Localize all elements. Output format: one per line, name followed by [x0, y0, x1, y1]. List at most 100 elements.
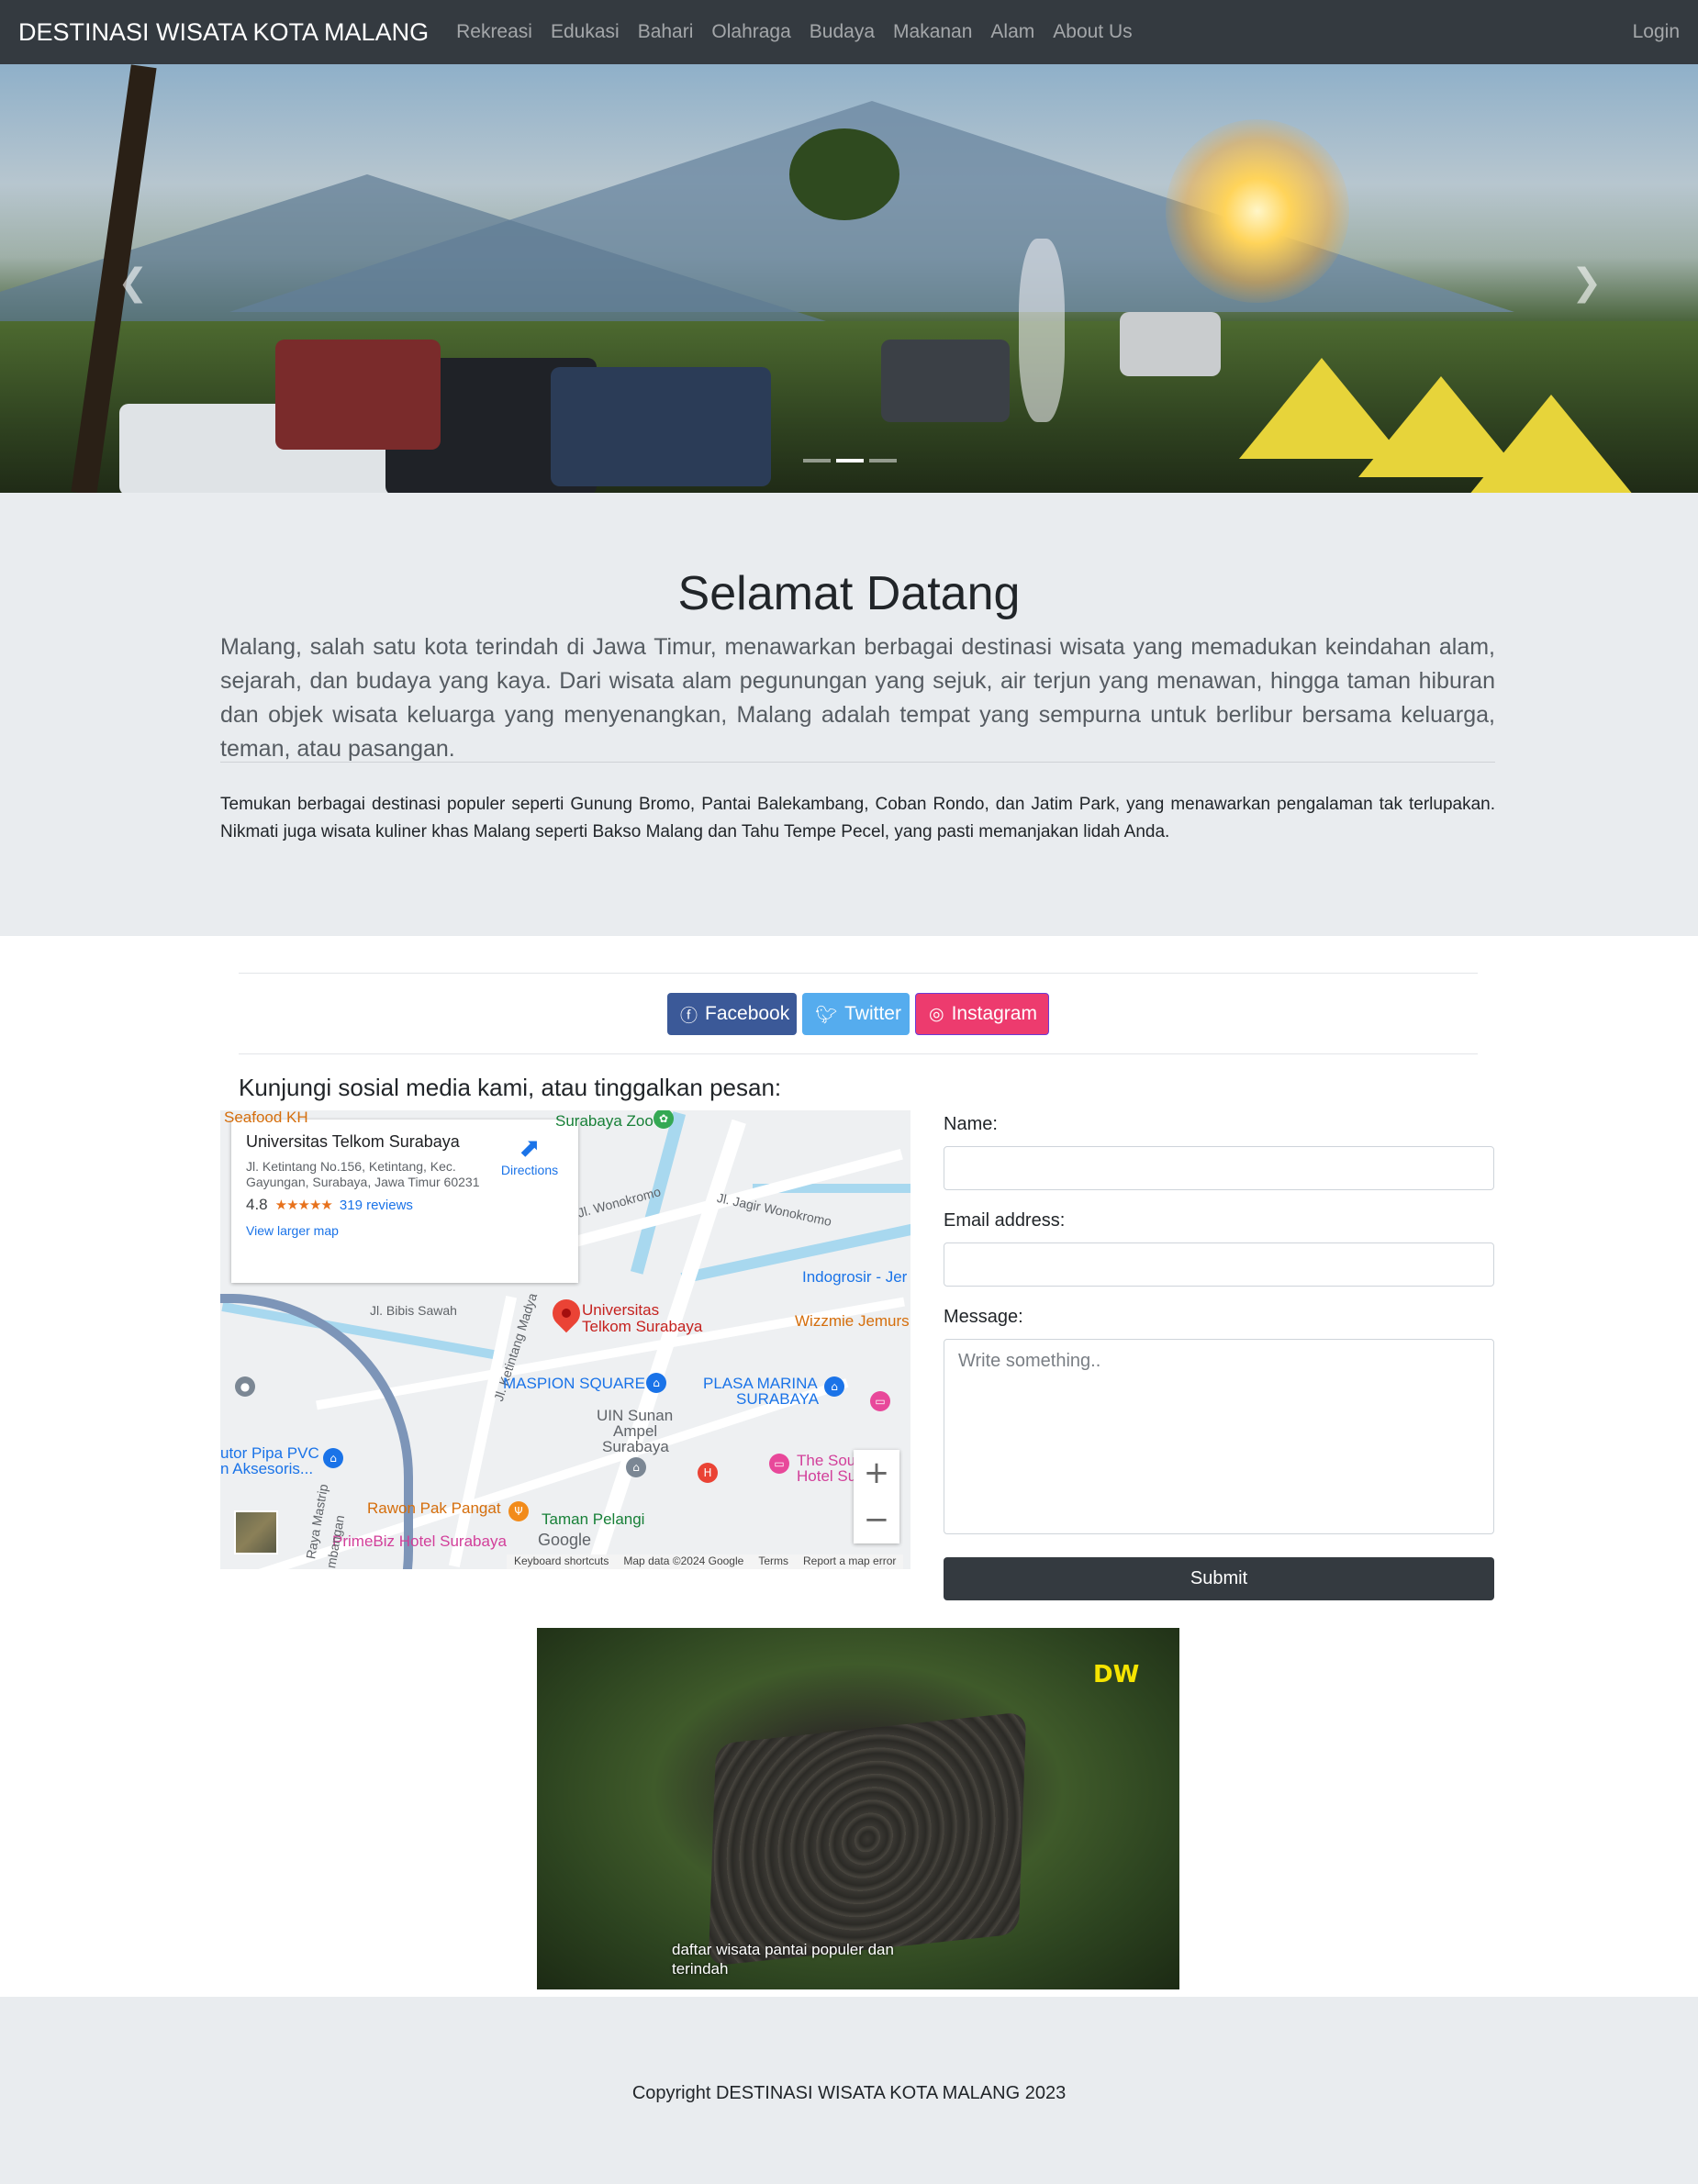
place-marker-icon[interactable]: ●: [235, 1376, 255, 1397]
nav-link-edukasi[interactable]: Edukasi: [551, 21, 620, 43]
map-label: Surabaya: [602, 1438, 669, 1455]
nav-link-budaya[interactable]: Budaya: [810, 21, 875, 43]
nav-link-rekreasi[interactable]: Rekreasi: [456, 21, 532, 43]
shopping-icon[interactable]: ⌂: [824, 1376, 844, 1397]
name-label: Name:: [944, 1114, 998, 1134]
contact-heading: Kunjungi sosial media kami, atau tinggal…: [239, 1074, 782, 1101]
carousel-indicator[interactable]: [869, 459, 897, 462]
email-label: Email address:: [944, 1210, 1066, 1231]
google-map[interactable]: Universitas Telkom Surabaya Jl. Ketintan…: [220, 1110, 910, 1569]
zoom-in-button[interactable]: +: [854, 1450, 899, 1497]
map-label: Jl. Bibis Sawah: [370, 1303, 457, 1318]
school-icon[interactable]: ⌂: [626, 1457, 646, 1477]
name-field[interactable]: [944, 1146, 1494, 1190]
nav-link-alam[interactable]: Alam: [990, 21, 1034, 43]
hotel-icon[interactable]: ▭: [769, 1454, 789, 1474]
channel-logo: DW: [1093, 1661, 1140, 1688]
divider-top: [239, 973, 1478, 974]
message-field[interactable]: Write something..: [944, 1339, 1494, 1534]
chevron-right-icon[interactable]: ❯: [1571, 262, 1603, 304]
welcome-lead: Malang, salah satu kota terindah di Jawa…: [220, 634, 1495, 762]
satellite-toggle[interactable]: [234, 1510, 278, 1554]
map-footer: Keyboard shortcuts Map data ©2024 Google…: [507, 1554, 904, 1569]
nav-link-about-us[interactable]: About Us: [1053, 21, 1132, 43]
twitter-icon: 🐦︎: [815, 1004, 838, 1025]
map-label: Hotel Su: [797, 1467, 857, 1485]
video-player[interactable]: DW daftar wisata pantai populer dan teri…: [537, 1628, 1179, 1989]
restaurant-icon[interactable]: Ψ: [508, 1501, 529, 1521]
hotel-icon[interactable]: ▭: [870, 1391, 890, 1411]
tent-yellow-3: [1469, 395, 1634, 493]
footer: Copyright DESTINASI WISATA KOTA MALANG 2…: [0, 1997, 1698, 2184]
hospital-icon[interactable]: H: [698, 1463, 718, 1483]
instagram-button[interactable]: ◎ Instagram: [915, 993, 1049, 1035]
social-buttons: ⓕ Facebook 🐦︎ Twitter ◎ Instagram: [667, 993, 1049, 1035]
divider: [220, 762, 1495, 763]
zoom-out-button[interactable]: −: [854, 1497, 899, 1543]
directions-label: Directions: [500, 1163, 559, 1177]
map-label: Telkom Surabaya: [582, 1318, 703, 1335]
map-label: Wizzmie Jemurs: [795, 1312, 910, 1330]
tree-canopy: [789, 128, 899, 220]
carousel-indicator[interactable]: [803, 459, 831, 462]
report-error-link[interactable]: Report a map error: [803, 1554, 896, 1569]
temple-aerial-image: [708, 1711, 1027, 1967]
nav-link-makanan[interactable]: Makanan: [893, 21, 972, 43]
jeep-blue: [551, 367, 771, 486]
welcome-section: Selamat Datang Malang, salah satu kota t…: [0, 493, 1698, 936]
map-label: Jl. Jagir Wonokromo: [715, 1189, 833, 1230]
nav-link-bahari[interactable]: Bahari: [638, 21, 694, 43]
map-label: Indogrosir - Jer: [802, 1268, 908, 1286]
submit-button[interactable]: Submit: [944, 1557, 1494, 1600]
reviews-link[interactable]: 319 reviews: [340, 1198, 413, 1213]
twitter-button[interactable]: 🐦︎ Twitter: [802, 993, 910, 1035]
zoom-controls: + −: [854, 1450, 899, 1543]
carousel-indicator-active[interactable]: [836, 459, 864, 462]
email-field[interactable]: [944, 1242, 1494, 1287]
view-larger-map-link[interactable]: View larger map: [246, 1223, 564, 1238]
terms-link[interactable]: Terms: [758, 1554, 788, 1569]
login-link[interactable]: Login: [1633, 21, 1680, 43]
nav-links: Rekreasi Edukasi Bahari Olahraga Budaya …: [456, 21, 1133, 43]
facebook-icon: ⓕ: [680, 1005, 698, 1026]
map-label: Seafood KH: [224, 1110, 308, 1126]
instagram-icon: ◎: [929, 1004, 944, 1024]
jeep-red: [275, 340, 441, 450]
map-label: PrimeBiz Hotel Surabaya: [332, 1532, 507, 1550]
star-icons: ★★★★★: [274, 1197, 333, 1213]
campfire-smoke: [1019, 239, 1065, 422]
divider-bottom: [239, 1053, 1478, 1054]
place-address: Jl. Ketintang No.156, Ketintang, Kec. Ga…: [246, 1159, 480, 1189]
map-label: Surabaya Zoo: [555, 1112, 654, 1130]
jeep-gray: [881, 340, 1010, 422]
map-label: Universitas: [582, 1301, 660, 1319]
facebook-button[interactable]: ⓕ Facebook: [667, 993, 797, 1035]
twitter-label: Twitter: [844, 1003, 901, 1024]
directions-button[interactable]: ⬈ Directions: [488, 1132, 571, 1177]
copyright-text: Copyright DESTINASI WISATA KOTA MALANG 2…: [631, 2083, 1067, 2103]
road: [448, 1296, 518, 1567]
facebook-label: Facebook: [705, 1003, 790, 1024]
keyboard-shortcuts-link[interactable]: Keyboard shortcuts: [514, 1554, 609, 1569]
video-caption: daftar wisata pantai populer dan terinda…: [672, 1941, 894, 1978]
navbar-brand[interactable]: DESTINASI WISATA KOTA MALANG: [18, 18, 429, 47]
instagram-label: Instagram: [951, 1003, 1037, 1024]
map-label: Taman Pelangi: [542, 1510, 645, 1528]
shopping-icon[interactable]: ⌂: [323, 1448, 343, 1468]
place-rating: 4.8 ★★★★★ 319 reviews: [246, 1196, 564, 1214]
jeep-white-right: [1120, 312, 1221, 376]
google-logo: Google: [538, 1531, 592, 1549]
map-label: n Aksesoris...: [220, 1460, 314, 1477]
navbar: DESTINASI WISATA KOTA MALANG Rekreasi Ed…: [0, 0, 1698, 64]
message-label: Message:: [944, 1307, 1023, 1327]
map-label: Rawon Pak Pangat: [367, 1499, 501, 1517]
chevron-left-icon[interactable]: ❮: [117, 262, 149, 304]
nav-link-olahraga[interactable]: Olahraga: [711, 21, 790, 43]
map-data-text: Map data ©2024 Google: [623, 1554, 744, 1567]
location-pin-dot: [562, 1309, 571, 1318]
place-card: Universitas Telkom Surabaya Jl. Ketintan…: [231, 1120, 578, 1283]
sunset-glow: [1166, 119, 1349, 303]
welcome-paragraph: Temukan berbagai destinasi populer seper…: [220, 795, 1495, 841]
hero-carousel: ❮ ❯: [0, 64, 1698, 493]
shopping-icon[interactable]: ⌂: [646, 1373, 666, 1393]
